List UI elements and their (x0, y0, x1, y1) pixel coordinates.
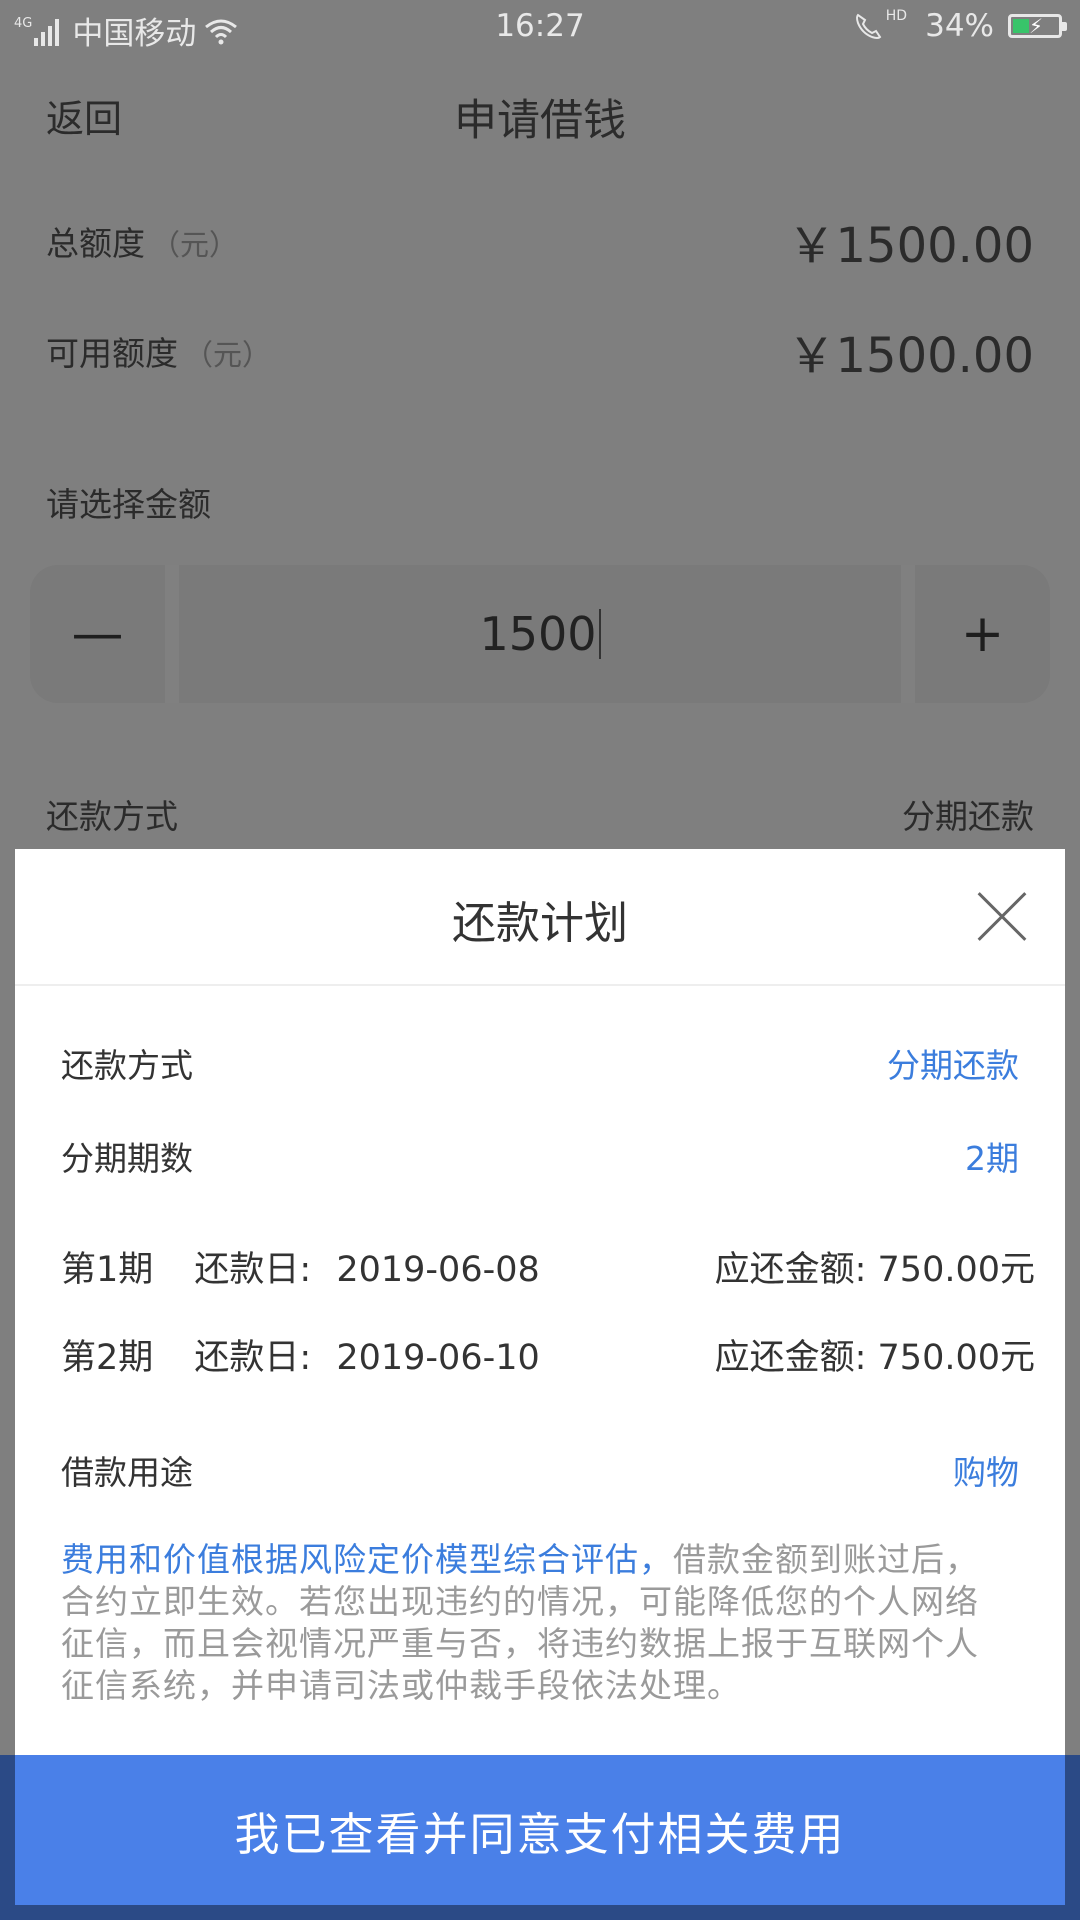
agree-pay-button[interactable]: 我已查看并同意支付相关费用 (15, 1755, 1065, 1905)
available-quota-label: 可用额度 （元） (46, 334, 272, 373)
increase-button[interactable]: + (901, 565, 1050, 703)
total-quota-value: ￥1500.00 (787, 218, 1035, 274)
fee-notice-highlight[interactable]: 费用和价值根据风险定价模型综合评估， (61, 1540, 673, 1579)
plan-row: 第2期 还款日: 2019-06-10 应还金额: 750.00元 (61, 1329, 1035, 1380)
periods-value[interactable]: 2期 (965, 1132, 1019, 1180)
plan-amount-label: 应还金额: (714, 1250, 867, 1290)
available-quota-row: 可用额度 （元） ￥1500.00 (46, 316, 1034, 386)
total-quota-label: 总额度 （元） (46, 224, 239, 263)
repayment-plan-modal: 还款计划 还款方式 分期还款 分期期数 2期 第1期 还款日: 2019-06-… (15, 849, 1065, 1755)
purpose-row: 借款用途 购物 (61, 1446, 1019, 1494)
plan-amount: 750.00元 (877, 1338, 1035, 1378)
purpose-label: 借款用途 (61, 1453, 193, 1492)
close-icon[interactable] (975, 889, 1029, 943)
plan-row: 第1期 还款日: 2019-06-08 应还金额: 750.00元 (61, 1241, 1035, 1292)
plan-date-label: 还款日: (194, 1250, 312, 1290)
plan-period: 第1期 (61, 1250, 154, 1290)
amount-label: 请选择金额 (46, 485, 211, 524)
status-right: HD 34% ⚡ (852, 8, 1067, 44)
amount-stepper: — 1500 + (30, 565, 1050, 703)
bottom-edge (0, 1905, 1080, 1920)
total-quota-row: 总额度 （元） ￥1500.00 (46, 206, 1034, 276)
fee-notice: 费用和价值根据风险定价模型综合评估，借款金额到账过后，合约立即生效。若您出现违约… (61, 1539, 1003, 1707)
plan-amount-label: 应还金额: (714, 1338, 867, 1378)
periods-row: 分期期数 2期 (61, 1132, 1019, 1180)
purpose-value[interactable]: 购物 (953, 1446, 1019, 1494)
page-title: 申请借钱 (454, 96, 626, 146)
repayment-method-row-background: 还款方式 分期还款 (46, 790, 1034, 838)
hd-label: HD (885, 8, 908, 24)
hd-call-icon (855, 13, 882, 39)
amount-input[interactable]: 1500 (179, 565, 901, 703)
battery-percent: 34% (925, 8, 994, 44)
text-caret (598, 609, 601, 659)
nav-bar: 返回 申请借钱 (0, 56, 1080, 168)
periods-label: 分期期数 (61, 1139, 193, 1178)
plan-period: 第2期 (61, 1338, 154, 1378)
plan-amount: 750.00元 (877, 1250, 1035, 1290)
battery-icon: ⚡ (1008, 14, 1067, 38)
modal-method-label: 还款方式 (61, 1046, 193, 1085)
plan-date: 2019-06-10 (336, 1338, 540, 1378)
available-quota-value: ￥1500.00 (787, 328, 1035, 384)
plan-date: 2019-06-08 (336, 1250, 540, 1290)
bottom-right-edge (1065, 1755, 1080, 1905)
modal-title: 还款计划 (452, 898, 628, 949)
repayment-method-value-background: 分期还款 (902, 797, 1034, 836)
decrease-button[interactable]: — (30, 565, 179, 703)
repayment-method-label-background: 还款方式 (46, 797, 178, 836)
plan-date-label: 还款日: (194, 1338, 312, 1378)
modal-header: 还款计划 (15, 849, 1065, 986)
modal-method-row: 还款方式 分期还款 (61, 1039, 1019, 1087)
bottom-left-edge (0, 1755, 15, 1905)
status-bar: 4G 中国移动 16:27 HD 34% ⚡ (0, 0, 1080, 56)
modal-method-value[interactable]: 分期还款 (887, 1039, 1019, 1087)
